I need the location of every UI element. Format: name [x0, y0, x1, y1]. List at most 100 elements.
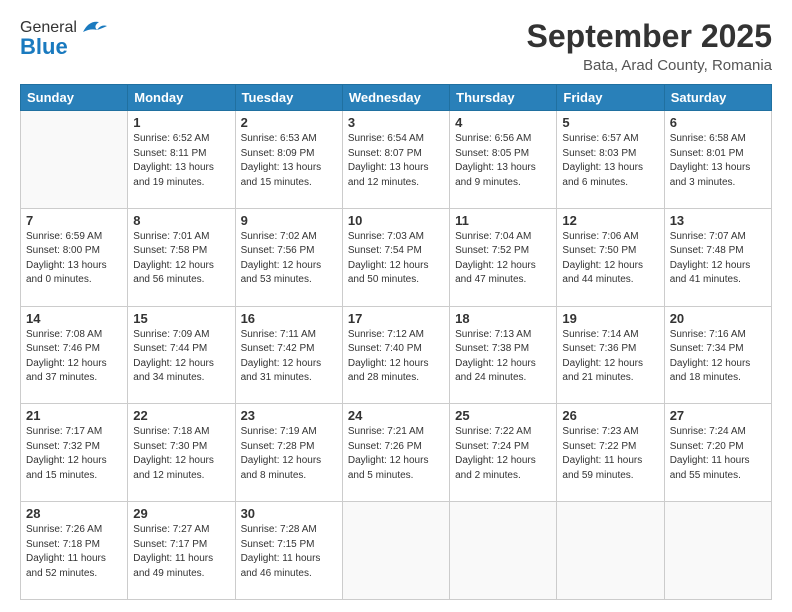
- weekday-header-sunday: Sunday: [21, 85, 128, 111]
- day-info: Sunrise: 7:11 AMSunset: 7:42 PMDaylight:…: [241, 328, 337, 386]
- day-info: Sunrise: 7:08 AMSunset: 7:46 PMDaylight:…: [26, 328, 122, 386]
- calendar-cell: 6 Sunrise: 6:58 AMSunset: 8:01 PMDaylight…: [664, 111, 771, 209]
- header: General Blue September 2025 Bata, Arad C…: [20, 18, 772, 74]
- day-number: 19: [562, 311, 658, 326]
- day-number: 23: [241, 408, 337, 423]
- day-number: 4: [455, 115, 551, 130]
- day-number: 5: [562, 115, 658, 130]
- weekday-header-saturday: Saturday: [664, 85, 771, 111]
- calendar-cell: 9 Sunrise: 7:02 AMSunset: 7:56 PMDaylight…: [235, 208, 342, 306]
- calendar-cell: 13 Sunrise: 7:07 AMSunset: 7:48 PMDayligh…: [664, 208, 771, 306]
- calendar-cell: 3 Sunrise: 6:54 AMSunset: 8:07 PMDaylight…: [342, 111, 449, 209]
- day-number: 6: [670, 115, 766, 130]
- calendar-cell: 18 Sunrise: 7:13 AMSunset: 7:38 PMDayligh…: [450, 306, 557, 404]
- day-number: 20: [670, 311, 766, 326]
- calendar-cell: 10 Sunrise: 7:03 AMSunset: 7:54 PMDayligh…: [342, 208, 449, 306]
- day-info: Sunrise: 6:54 AMSunset: 8:07 PMDaylight:…: [348, 132, 444, 190]
- day-info: Sunrise: 7:27 AMSunset: 7:17 PMDaylight:…: [133, 523, 229, 581]
- logo-bird-icon: [79, 18, 107, 36]
- calendar-cell: [21, 111, 128, 209]
- calendar-cell: 25 Sunrise: 7:22 AMSunset: 7:24 PMDayligh…: [450, 404, 557, 502]
- day-number: 17: [348, 311, 444, 326]
- day-number: 12: [562, 213, 658, 228]
- day-number: 10: [348, 213, 444, 228]
- week-row-3: 21Sunrise: 7:17 AMSunset: 7:32 PMDayligh…: [21, 404, 772, 502]
- weekday-header-tuesday: Tuesday: [235, 85, 342, 111]
- calendar-cell: [557, 502, 664, 600]
- day-info: Sunrise: 7:23 AMSunset: 7:22 PMDaylight:…: [562, 425, 658, 483]
- calendar-cell: 23 Sunrise: 7:19 AMSunset: 7:28 PMDayligh…: [235, 404, 342, 502]
- calendar-cell: 28Sunrise: 7:26 AMSunset: 7:18 PMDayligh…: [21, 502, 128, 600]
- day-number: 2: [241, 115, 337, 130]
- month-title: September 2025: [527, 18, 772, 55]
- day-info: Sunrise: 7:02 AMSunset: 7:56 PMDaylight:…: [241, 230, 337, 288]
- day-number: 9: [241, 213, 337, 228]
- day-info: Sunrise: 7:13 AMSunset: 7:38 PMDaylight:…: [455, 328, 551, 386]
- weekday-header-row: SundayMondayTuesdayWednesdayThursdayFrid…: [21, 85, 772, 111]
- day-info: Sunrise: 7:07 AMSunset: 7:48 PMDaylight:…: [670, 230, 766, 288]
- day-number: 26: [562, 408, 658, 423]
- page: General Blue September 2025 Bata, Arad C…: [0, 0, 792, 612]
- calendar-cell: 19 Sunrise: 7:14 AMSunset: 7:36 PMDayligh…: [557, 306, 664, 404]
- calendar-cell: 7 Sunrise: 6:59 AMSunset: 8:00 PMDaylight…: [21, 208, 128, 306]
- day-info: Sunrise: 7:21 AMSunset: 7:26 PMDaylight:…: [348, 425, 444, 483]
- calendar-cell: 5Sunrise: 6:57 AMSunset: 8:03 PMDaylight…: [557, 111, 664, 209]
- calendar-cell: 24 Sunrise: 7:21 AMSunset: 7:26 PMDayligh…: [342, 404, 449, 502]
- day-info: Sunrise: 6:56 AMSunset: 8:05 PMDaylight:…: [455, 132, 551, 190]
- calendar-cell: 21Sunrise: 7:17 AMSunset: 7:32 PMDayligh…: [21, 404, 128, 502]
- calendar-cell: [450, 502, 557, 600]
- day-info: Sunrise: 6:53 AMSunset: 8:09 PMDaylight:…: [241, 132, 337, 190]
- day-number: 27: [670, 408, 766, 423]
- day-number: 8: [133, 213, 229, 228]
- day-number: 11: [455, 213, 551, 228]
- title-block: September 2025 Bata, Arad County, Romani…: [527, 18, 772, 74]
- day-number: 24: [348, 408, 444, 423]
- week-row-0: 1 Sunrise: 6:52 AMSunset: 8:11 PMDaylight…: [21, 111, 772, 209]
- week-row-1: 7 Sunrise: 6:59 AMSunset: 8:00 PMDaylight…: [21, 208, 772, 306]
- day-number: 25: [455, 408, 551, 423]
- calendar-table: SundayMondayTuesdayWednesdayThursdayFrid…: [20, 84, 772, 600]
- day-info: Sunrise: 6:58 AMSunset: 8:01 PMDaylight:…: [670, 132, 766, 190]
- day-number: 30: [241, 506, 337, 521]
- day-info: Sunrise: 7:28 AMSunset: 7:15 PMDaylight:…: [241, 523, 337, 581]
- calendar-cell: 12 Sunrise: 7:06 AMSunset: 7:50 PMDayligh…: [557, 208, 664, 306]
- day-number: 28: [26, 506, 122, 521]
- day-info: Sunrise: 7:24 AMSunset: 7:20 PMDaylight:…: [670, 425, 766, 483]
- day-info: Sunrise: 6:52 AMSunset: 8:11 PMDaylight:…: [133, 132, 229, 190]
- calendar-cell: 14Sunrise: 7:08 AMSunset: 7:46 PMDayligh…: [21, 306, 128, 404]
- day-number: 16: [241, 311, 337, 326]
- day-info: Sunrise: 7:17 AMSunset: 7:32 PMDaylight:…: [26, 425, 122, 483]
- day-number: 1: [133, 115, 229, 130]
- calendar-cell: 16 Sunrise: 7:11 AMSunset: 7:42 PMDayligh…: [235, 306, 342, 404]
- weekday-header-friday: Friday: [557, 85, 664, 111]
- day-number: 22: [133, 408, 229, 423]
- day-info: Sunrise: 7:09 AMSunset: 7:44 PMDaylight:…: [133, 328, 229, 386]
- calendar-cell: [342, 502, 449, 600]
- calendar-cell: 15Sunrise: 7:09 AMSunset: 7:44 PMDayligh…: [128, 306, 235, 404]
- day-info: Sunrise: 7:22 AMSunset: 7:24 PMDaylight:…: [455, 425, 551, 483]
- calendar-cell: 30 Sunrise: 7:28 AMSunset: 7:15 PMDayligh…: [235, 502, 342, 600]
- day-info: Sunrise: 7:18 AMSunset: 7:30 PMDaylight:…: [133, 425, 229, 483]
- calendar-cell: 22 Sunrise: 7:18 AMSunset: 7:30 PMDayligh…: [128, 404, 235, 502]
- day-info: Sunrise: 7:06 AMSunset: 7:50 PMDaylight:…: [562, 230, 658, 288]
- day-info: Sunrise: 7:04 AMSunset: 7:52 PMDaylight:…: [455, 230, 551, 288]
- day-info: Sunrise: 7:03 AMSunset: 7:54 PMDaylight:…: [348, 230, 444, 288]
- day-number: 7: [26, 213, 122, 228]
- calendar-cell: 20 Sunrise: 7:16 AMSunset: 7:34 PMDayligh…: [664, 306, 771, 404]
- calendar-cell: 11 Sunrise: 7:04 AMSunset: 7:52 PMDayligh…: [450, 208, 557, 306]
- day-info: Sunrise: 7:16 AMSunset: 7:34 PMDaylight:…: [670, 328, 766, 386]
- calendar-cell: 1 Sunrise: 6:52 AMSunset: 8:11 PMDaylight…: [128, 111, 235, 209]
- calendar-cell: 4 Sunrise: 6:56 AMSunset: 8:05 PMDaylight…: [450, 111, 557, 209]
- day-number: 3: [348, 115, 444, 130]
- day-number: 18: [455, 311, 551, 326]
- day-number: 13: [670, 213, 766, 228]
- weekday-header-wednesday: Wednesday: [342, 85, 449, 111]
- day-info: Sunrise: 7:19 AMSunset: 7:28 PMDaylight:…: [241, 425, 337, 483]
- day-number: 29: [133, 506, 229, 521]
- calendar-cell: 26 Sunrise: 7:23 AMSunset: 7:22 PMDayligh…: [557, 404, 664, 502]
- calendar-cell: 29 Sunrise: 7:27 AMSunset: 7:17 PMDayligh…: [128, 502, 235, 600]
- day-info: Sunrise: 6:59 AMSunset: 8:00 PMDaylight:…: [26, 230, 122, 288]
- logo-blue-text: Blue: [20, 34, 68, 60]
- calendar-cell: 2 Sunrise: 6:53 AMSunset: 8:09 PMDaylight…: [235, 111, 342, 209]
- day-info: Sunrise: 7:14 AMSunset: 7:36 PMDaylight:…: [562, 328, 658, 386]
